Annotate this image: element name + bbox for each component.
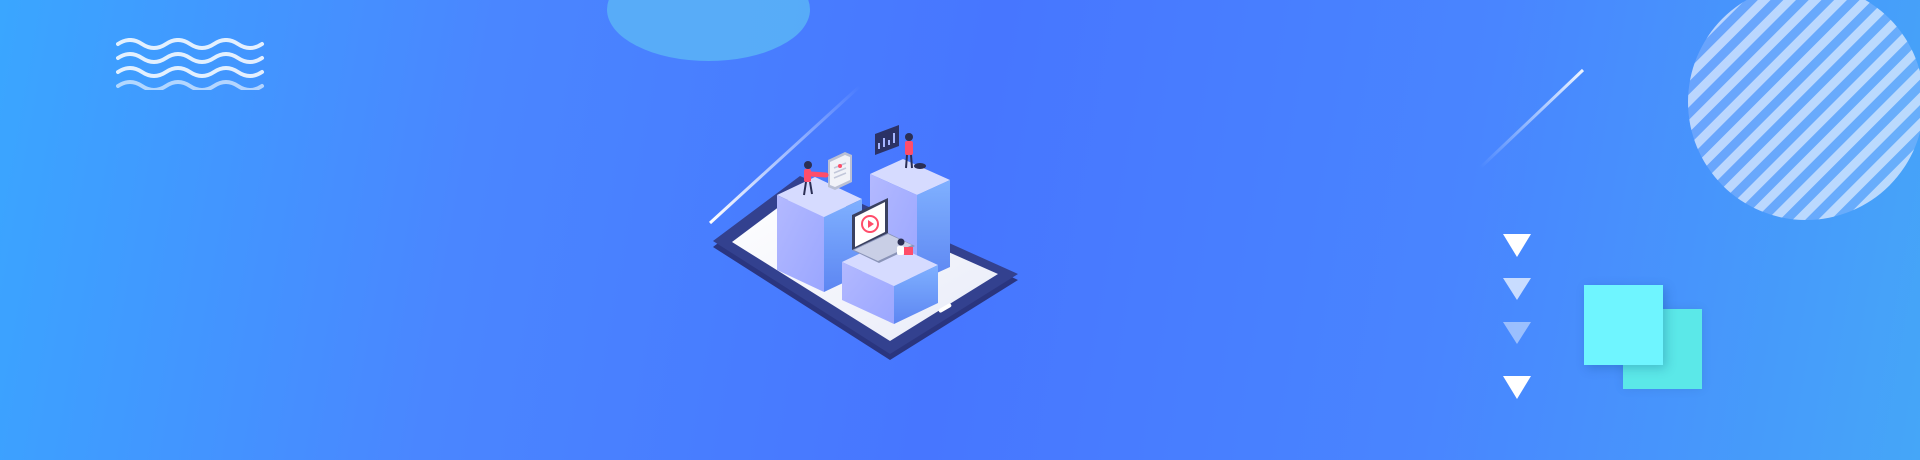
front-square	[1584, 285, 1663, 365]
clipboard-icon	[828, 152, 852, 190]
striped-circle	[1688, 0, 1920, 220]
diagonal-line-right	[1478, 68, 1585, 170]
triangle-markers	[1503, 234, 1531, 399]
chart-board-icon	[875, 125, 899, 155]
wave-lines-icon	[116, 38, 264, 90]
top-ellipse	[607, 0, 810, 61]
isometric-tablet-scene	[713, 125, 1018, 360]
hero-banner	[0, 0, 1920, 460]
